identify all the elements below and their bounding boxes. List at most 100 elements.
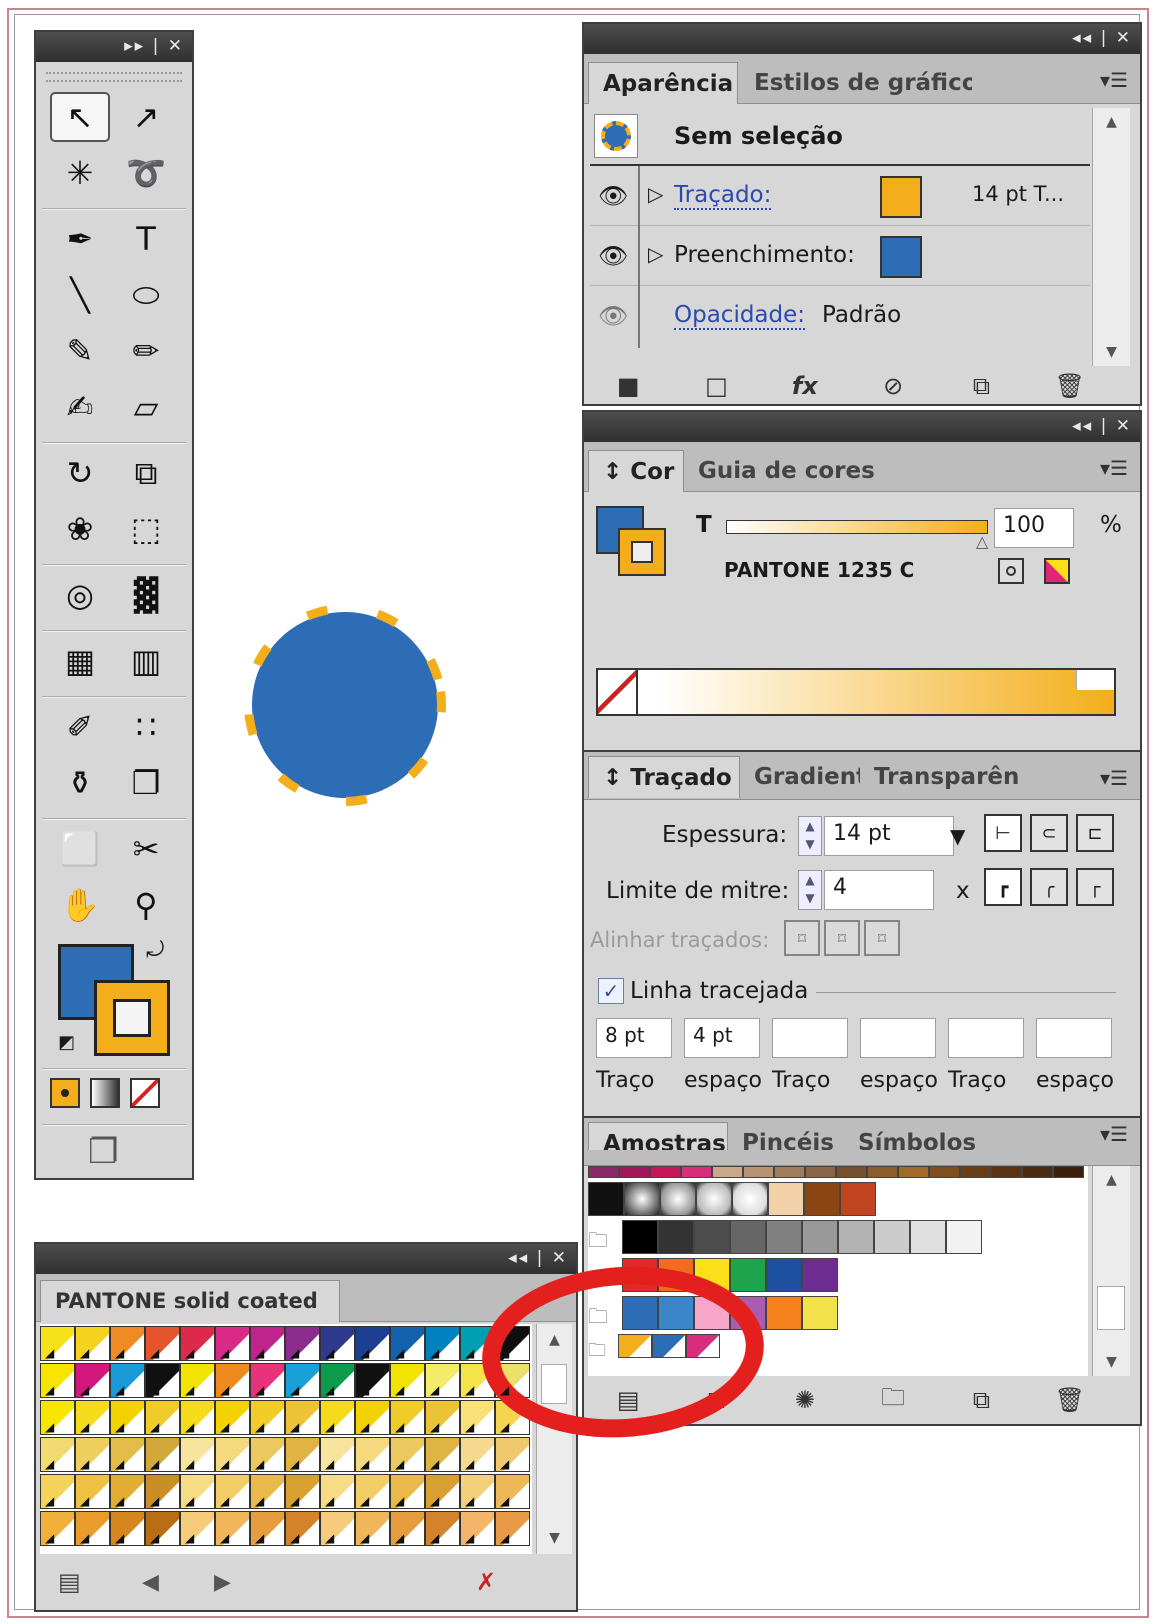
- pantone-swatch[interactable]: ◢: [215, 1326, 250, 1361]
- gap-field[interactable]: [860, 1018, 936, 1058]
- pantone-swatch[interactable]: ◢: [180, 1511, 215, 1546]
- swatch-options-icon[interactable]: ✺: [785, 1380, 825, 1420]
- rotate-tool[interactable]: ↻: [50, 448, 110, 498]
- duplicate-item-icon[interactable]: ⧉: [961, 366, 1001, 406]
- delete-swatch-icon[interactable]: 🗑: [1050, 1380, 1090, 1420]
- weight-dropdown-icon[interactable]: ▼: [950, 824, 965, 848]
- expand-arrow-icon[interactable]: ▷: [648, 182, 663, 206]
- swatch-cell[interactable]: [929, 1166, 960, 1178]
- mesh-tool[interactable]: ▦: [50, 636, 110, 686]
- visibility-eye-icon[interactable]: 👁: [598, 182, 628, 210]
- swatch-cell[interactable]: [1022, 1166, 1053, 1178]
- gray-swatch[interactable]: [946, 1220, 982, 1254]
- weight-input[interactable]: 14 pt: [824, 816, 954, 856]
- dashed-checkbox[interactable]: ✓: [598, 978, 624, 1004]
- eyedropper-tool[interactable]: ✐: [50, 702, 110, 752]
- symbol-sprayer-tool[interactable]: ◎: [50, 570, 110, 620]
- gray-swatch[interactable]: [838, 1220, 874, 1254]
- pantone-swatch[interactable]: ◢: [110, 1326, 145, 1361]
- tools-collapse-close-controls[interactable]: ▸▸ | ✕: [124, 36, 184, 56]
- gray-swatch[interactable]: [658, 1220, 694, 1254]
- tint-slider-thumb[interactable]: △: [976, 532, 988, 551]
- tab-gradient[interactable]: Gradiente: [740, 756, 860, 798]
- pantone-swatch[interactable]: ◢: [285, 1400, 320, 1435]
- pantone-swatch[interactable]: ◢: [355, 1326, 390, 1361]
- artboard-tool[interactable]: ⬜: [50, 824, 110, 874]
- align-center-icon[interactable]: ⌑: [784, 920, 820, 956]
- add-new-fill-icon[interactable]: □: [696, 366, 736, 406]
- pantone-swatch[interactable]: ◢: [75, 1511, 110, 1546]
- delete-item-icon[interactable]: 🗑: [1050, 366, 1090, 406]
- gap-field[interactable]: 4 pt: [684, 1018, 760, 1058]
- gray-swatch[interactable]: [766, 1220, 802, 1254]
- swatch-cell[interactable]: [991, 1166, 1022, 1178]
- color-swatch[interactable]: [766, 1258, 802, 1292]
- live-paint-selection-tool[interactable]: ❐: [116, 758, 176, 808]
- stroke-swatch[interactable]: [94, 980, 170, 1056]
- appearance-titlebar[interactable]: ◂◂ | ✕: [584, 24, 1140, 54]
- pantone-swatch[interactable]: ◢: [180, 1474, 215, 1509]
- swatch-cell[interactable]: [619, 1166, 650, 1178]
- pantone-swatch[interactable]: ◢: [180, 1326, 215, 1361]
- tab-graphic-styles[interactable]: Estilos de gráfico: [740, 62, 972, 104]
- tools-grip[interactable]: [46, 72, 182, 82]
- pantone-swatch[interactable]: ◢: [110, 1400, 145, 1435]
- new-color-group-icon[interactable]: 🗀: [873, 1380, 913, 1420]
- swatch-cell[interactable]: [805, 1166, 836, 1178]
- stroke-color-chip[interactable]: [880, 176, 922, 218]
- pantone-swatch[interactable]: ◢: [250, 1400, 285, 1435]
- tab-brushes[interactable]: Pincéis: [728, 1122, 844, 1150]
- graph-tool[interactable]: ▓: [116, 570, 176, 620]
- pantone-swatch[interactable]: ◢: [355, 1474, 390, 1509]
- appearance-row-stroke[interactable]: 👁 ▷ Traçado: 14 pt T...: [590, 168, 1090, 226]
- pantone-swatch[interactable]: ◢: [425, 1400, 460, 1435]
- pantone-swatch[interactable]: ◢: [425, 1326, 460, 1361]
- slice-tool[interactable]: ✂: [116, 824, 176, 874]
- appearance-row-opacity[interactable]: 👁 Opacidade: Padrão: [590, 288, 1090, 346]
- color-spectrum-ramp[interactable]: [596, 668, 1116, 716]
- pantone-swatch[interactable]: ◢: [390, 1400, 425, 1435]
- hand-tool[interactable]: ✋: [50, 880, 110, 930]
- ellipse-tool[interactable]: ⬭: [116, 270, 176, 320]
- pantone-swatch[interactable]: ◢: [145, 1363, 180, 1398]
- fill-color-chip[interactable]: [880, 236, 922, 278]
- gray-swatch[interactable]: [910, 1220, 946, 1254]
- tab-pantone-solid-coated[interactable]: PANTONE solid coated: [40, 1280, 340, 1322]
- pantone-swatch[interactable]: ◢: [145, 1326, 180, 1361]
- blend-tool[interactable]: ∷: [116, 702, 176, 752]
- pencil-tool[interactable]: ✏: [116, 326, 176, 376]
- pantone-swatch[interactable]: ◢: [460, 1474, 495, 1509]
- pantone-swatch[interactable]: ◢: [250, 1437, 285, 1472]
- pantone-swatch[interactable]: ◢: [75, 1363, 110, 1398]
- pen-tool[interactable]: ✒: [50, 214, 110, 264]
- fill-label[interactable]: Preenchimento:: [674, 242, 855, 268]
- color-group-folder-icon[interactable]: 🗀: [588, 1226, 608, 1260]
- tab-transparency[interactable]: Transparênc: [860, 756, 1020, 798]
- gray-swatch[interactable]: [874, 1220, 910, 1254]
- pantone-swatch[interactable]: ◢: [75, 1437, 110, 1472]
- swatch-libraries-menu-icon[interactable]: ▤: [58, 1568, 81, 1596]
- pantone-swatch[interactable]: ◢: [180, 1400, 215, 1435]
- lasso-tool[interactable]: ➰: [116, 148, 176, 198]
- panel-collapse-close[interactable]: ◂◂ | ✕: [1072, 28, 1132, 48]
- pantone-swatch[interactable]: ◢: [355, 1400, 390, 1435]
- pantone-swatch[interactable]: ◢: [40, 1326, 75, 1361]
- dashed-line-label[interactable]: Linha tracejada: [630, 978, 808, 1004]
- magic-wand-tool[interactable]: ✳: [50, 148, 110, 198]
- warp-tool[interactable]: ❀: [50, 504, 110, 554]
- new-swatch-icon[interactable]: ⧉: [961, 1380, 1001, 1420]
- pantone-swatch[interactable]: ◢: [390, 1474, 425, 1509]
- swatch-cell[interactable]: [588, 1166, 619, 1178]
- pantone-swatch[interactable]: ◢: [390, 1363, 425, 1398]
- swatch-cell[interactable]: [681, 1166, 712, 1178]
- pantone-swatch[interactable]: ◢: [40, 1511, 75, 1546]
- pantone-swatch[interactable]: ◢: [355, 1437, 390, 1472]
- selection-tool[interactable]: ↖: [50, 92, 110, 142]
- visibility-eye-icon[interactable]: 👁: [598, 302, 628, 330]
- paintbrush-tool[interactable]: ✎: [50, 326, 110, 376]
- gray-swatch[interactable]: [622, 1220, 658, 1254]
- pattern-swatch[interactable]: [660, 1182, 696, 1216]
- swatch-cell[interactable]: [836, 1166, 867, 1178]
- zoom-tool[interactable]: ⚲: [116, 880, 176, 930]
- pantone-swatch[interactable]: ◢: [40, 1400, 75, 1435]
